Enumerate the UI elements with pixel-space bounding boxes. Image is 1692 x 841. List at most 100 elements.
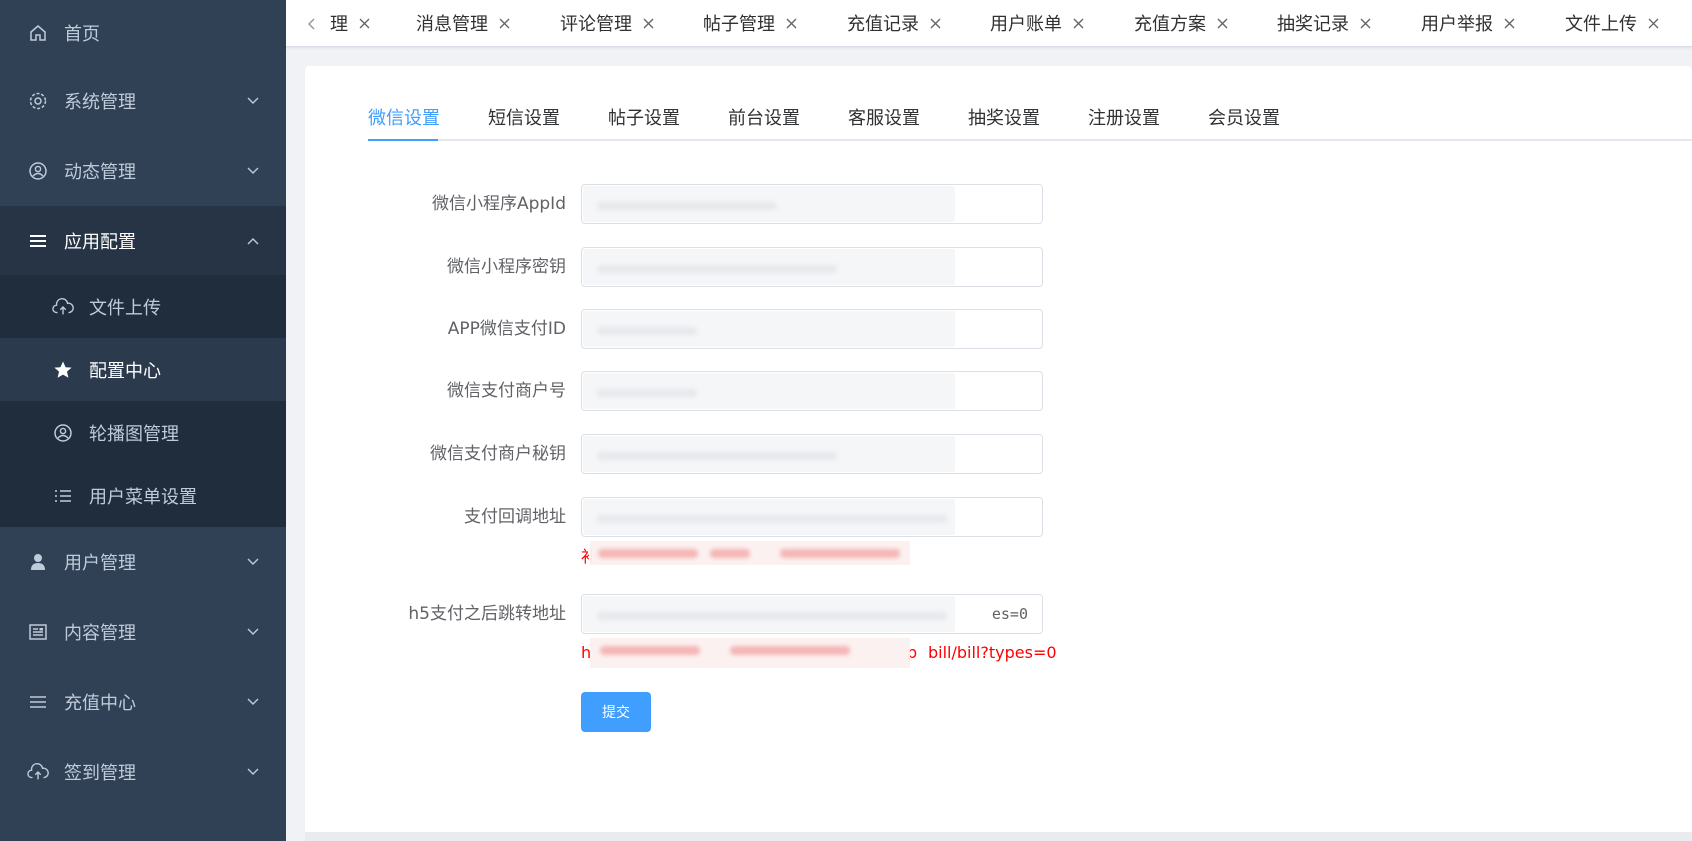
sidebar-item-label: 轮播图管理	[89, 423, 179, 445]
horizontal-scrollbar[interactable]	[305, 832, 1692, 841]
close-icon[interactable]	[1072, 17, 1084, 29]
tab-customer-service[interactable]: 客服设置	[848, 99, 920, 141]
sidebar-item-label: 用户管理	[64, 553, 136, 574]
close-icon[interactable]	[785, 17, 797, 29]
list-icon	[52, 485, 74, 507]
tag-label: 用户账单	[990, 14, 1062, 35]
chevron-up-icon	[246, 234, 260, 248]
active-tab-indicator	[368, 139, 438, 141]
tag-item[interactable]: 充值方案	[1134, 10, 1228, 36]
redaction-blur	[583, 249, 955, 285]
sidebar-item-system[interactable]: 系统管理	[0, 66, 286, 136]
tab-lottery[interactable]: 抽奖设置	[968, 99, 1040, 141]
star-icon	[52, 359, 74, 381]
document-icon	[27, 621, 49, 643]
tag-label: 消息管理	[416, 14, 488, 35]
chevron-down-icon	[246, 765, 260, 779]
tag-item[interactable]: 用户账单	[990, 10, 1084, 36]
tag-item[interactable]: 充值记录	[847, 10, 941, 36]
sidebar-item-label: 用户菜单设置	[89, 486, 197, 508]
close-icon[interactable]	[358, 17, 370, 29]
close-icon[interactable]	[1647, 17, 1659, 29]
sidebar-item-checkin-management[interactable]: 签到管理	[0, 737, 286, 807]
field-label: 支付回调地址	[464, 507, 566, 527]
close-icon[interactable]	[1503, 17, 1515, 29]
h5-redirect-hint: bill/bill?types=0	[928, 643, 1057, 662]
close-icon[interactable]	[1216, 17, 1228, 29]
sidebar-item-home[interactable]: 首页	[0, 0, 286, 66]
submenu-app-config: 文件上传 配置中心 轮播图管理 用户菜单设置	[0, 275, 286, 527]
sidebar-item-config-center[interactable]: 配置中心	[0, 338, 286, 401]
redaction-blur	[583, 436, 955, 472]
form-row-callback-url: 支付回调地址	[305, 497, 1692, 537]
form-row-miniprogram-appid: 微信小程序AppId	[305, 184, 1692, 224]
sidebar-item-label: 配置中心	[89, 360, 161, 382]
tag-label: 用户举报	[1421, 14, 1493, 35]
sidebar-item-label: 应用配置	[64, 232, 136, 253]
tag-item[interactable]: 用户举报	[1421, 10, 1515, 36]
tag-label: 理	[330, 14, 348, 35]
tab-post[interactable]: 帖子设置	[608, 99, 680, 141]
chevron-down-icon	[246, 555, 260, 569]
redaction-blur	[583, 311, 955, 347]
tag-label: 帖子管理	[703, 14, 775, 35]
sidebar-item-label: 系统管理	[64, 92, 136, 113]
form-row-merchant-secret: 微信支付商户秘钥	[305, 434, 1692, 474]
sidebar-item-recharge-center[interactable]: 充值中心	[0, 667, 286, 737]
tag-label: 充值方案	[1134, 14, 1206, 35]
redaction-blur	[590, 541, 910, 565]
close-icon[interactable]	[929, 17, 941, 29]
tag-item[interactable]: 文件上传	[1565, 10, 1659, 36]
chevron-down-icon	[246, 695, 260, 709]
sidebar-item-app-config[interactable]: 应用配置	[0, 206, 286, 276]
sidebar-item-content-management[interactable]: 内容管理	[0, 597, 286, 667]
sidebar-item-label: 签到管理	[64, 763, 136, 784]
chevron-left-icon[interactable]	[304, 12, 318, 36]
tab-register[interactable]: 注册设置	[1088, 99, 1160, 141]
sidebar-item-user-menu-settings[interactable]: 用户菜单设置	[0, 464, 286, 527]
tag-item[interactable]: 抽奖记录	[1277, 10, 1371, 36]
submit-button[interactable]: 提交	[581, 692, 651, 732]
sidebar-item-label: 首页	[64, 24, 100, 45]
chevron-down-icon	[246, 164, 260, 178]
user-circle-icon	[52, 422, 74, 444]
chevron-down-icon	[246, 625, 260, 639]
tab-wechat[interactable]: 微信设置	[368, 99, 440, 141]
tag-item[interactable]: 消息管理	[416, 10, 510, 36]
sidebar-item-user-management[interactable]: 用户管理	[0, 527, 286, 597]
tab-frontend[interactable]: 前台设置	[728, 99, 800, 141]
tag-label: 文件上传	[1565, 14, 1637, 35]
field-label: 微信小程序密钥	[447, 257, 566, 277]
sidebar-item-label: 文件上传	[89, 297, 161, 319]
sidebar-item-dynamic[interactable]: 动态管理	[0, 136, 286, 206]
redaction-blur	[583, 186, 955, 222]
form-row-app-pay-id: APP微信支付ID	[305, 309, 1692, 349]
close-icon[interactable]	[1359, 17, 1371, 29]
redaction-blur	[583, 373, 955, 409]
tag-label: 评论管理	[560, 14, 632, 35]
tag-item[interactable]: 理	[330, 10, 370, 36]
user-circle-icon	[27, 160, 49, 182]
user-icon	[27, 551, 49, 573]
form-row-h5-redirect-url: h5支付之后跳转地址	[305, 594, 1692, 634]
sidebar-item-carousel[interactable]: 轮播图管理	[0, 401, 286, 464]
form-row-merchant-id: 微信支付商户号	[305, 371, 1692, 411]
field-label: 微信支付商户秘钥	[430, 444, 566, 464]
tag-item[interactable]: 评论管理	[560, 10, 654, 36]
gear-icon	[27, 90, 49, 112]
tab-membership[interactable]: 会员设置	[1208, 99, 1280, 141]
tab-sms[interactable]: 短信设置	[488, 99, 560, 141]
sidebar-item-file-upload[interactable]: 文件上传	[0, 275, 286, 338]
cloud-upload-icon	[27, 761, 49, 783]
tag-item[interactable]: 帖子管理	[703, 10, 797, 36]
field-label: 微信支付商户号	[447, 381, 566, 401]
config-tabs: 微信设置 短信设置 帖子设置 前台设置 客服设置 抽奖设置 注册设置 会员设置	[368, 99, 1692, 141]
sidebar: 首页 系统管理 动态管理 应用配置 文件上传 配置中心 轮播图管理 用户菜单设置…	[0, 0, 286, 841]
chevron-down-icon	[246, 94, 260, 108]
close-icon[interactable]	[498, 17, 510, 29]
field-label: 微信小程序AppId	[431, 194, 566, 214]
menu-icon	[27, 230, 49, 252]
redaction-blur	[583, 596, 955, 632]
close-icon[interactable]	[642, 17, 654, 29]
tag-label: 充值记录	[847, 14, 919, 35]
